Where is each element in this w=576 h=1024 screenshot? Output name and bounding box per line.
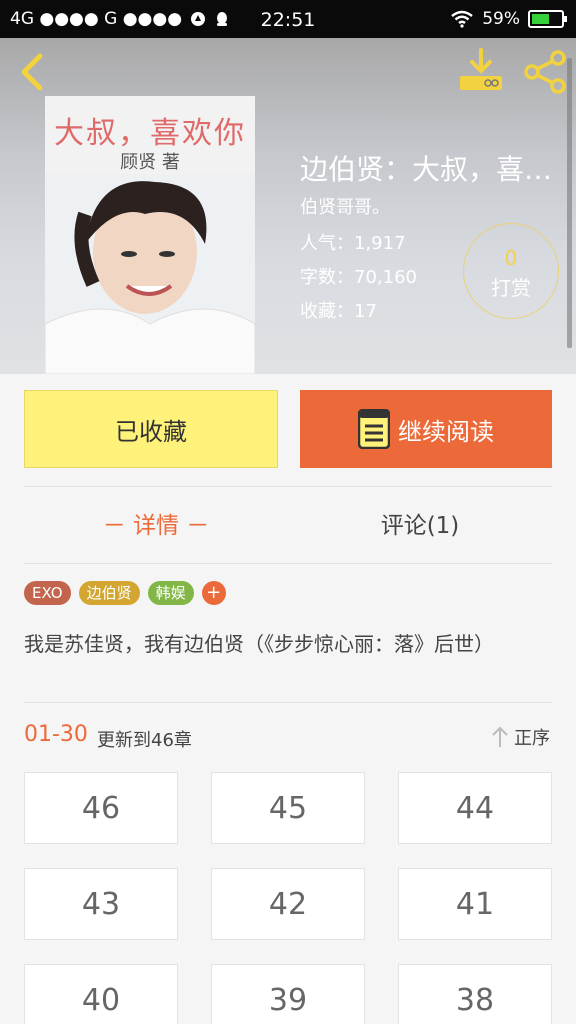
cover-title: 大叔，喜欢你 <box>54 116 246 151</box>
chapter-cell[interactable]: 43 <box>24 868 178 940</box>
divider <box>24 702 552 703</box>
arrow-up-icon <box>492 726 508 747</box>
battery-icon <box>528 10 567 28</box>
collected-button[interactable]: 已收藏 <box>24 390 278 468</box>
tag-kpop[interactable]: 韩娱 <box>147 581 194 605</box>
collected-label: 已收藏 <box>115 417 187 446</box>
tab-comments[interactable]: 评论(1) <box>288 487 552 565</box>
book-cover[interactable]: 大叔，喜欢你 顾贤 著 <box>45 96 255 374</box>
cover-portrait-image <box>45 174 255 374</box>
tab-detail[interactable]: － 详情 － <box>24 487 288 565</box>
tag-baekhyun[interactable]: 边伯贤 <box>78 581 140 605</box>
sort-order-button[interactable]: 正序 <box>490 724 550 750</box>
popularity-stat: 人气：1,917 <box>300 233 406 254</box>
continue-reading-button[interactable]: 继续阅读 <box>300 390 552 468</box>
chapter-cell[interactable]: 46 <box>24 772 178 844</box>
add-tag-button[interactable]: + <box>201 581 226 605</box>
header-scrollbar <box>567 58 572 348</box>
reward-label: 打赏 <box>491 276 531 300</box>
tag-list: EXO 边伯贤 韩娱 + <box>24 581 226 605</box>
book-author[interactable]: 伯贤哥哥。 <box>300 193 390 219</box>
wifi-icon <box>451 10 473 28</box>
book-title: 边伯贤：大叔，喜… <box>300 153 553 186</box>
detail-tabs: － 详情 － 评论(1) <box>24 486 552 564</box>
book-description: 我是苏佳贤，我有边伯贤（《步步惊心丽：落》后世） <box>24 632 494 656</box>
share-icon[interactable] <box>522 50 568 94</box>
chapter-cell[interactable]: 40 <box>24 964 178 1024</box>
tag-exo[interactable]: EXO <box>24 581 71 605</box>
chapter-grid: 46 45 44 43 42 41 40 39 38 <box>24 772 552 1024</box>
book-icon <box>358 409 390 449</box>
chapter-update-status: 更新到46章 <box>97 730 192 751</box>
chapter-cell[interactable]: 38 <box>398 964 552 1024</box>
chapter-range[interactable]: 01-30 <box>24 722 88 747</box>
chapter-cell[interactable]: 44 <box>398 772 552 844</box>
chapter-cell[interactable]: 39 <box>211 964 365 1024</box>
chapter-cell[interactable]: 41 <box>398 868 552 940</box>
battery-fill <box>532 14 549 24</box>
favorites-stat: 收藏：17 <box>300 301 377 322</box>
chapter-cell[interactable]: 45 <box>211 772 365 844</box>
cover-author: 顾贤 著 <box>120 152 180 173</box>
reward-count: 0 <box>504 246 518 270</box>
word-count-stat: 字数：70,160 <box>300 267 417 288</box>
continue-reading-label: 继续阅读 <box>398 417 494 446</box>
reward-button[interactable]: 0 打赏 <box>463 223 559 319</box>
status-bar: 4G ●●●● G ●●●● 22:51 59% <box>0 0 576 38</box>
chapter-cell[interactable]: 42 <box>211 868 365 940</box>
sort-label: 正序 <box>514 728 550 749</box>
back-arrow-icon[interactable] <box>16 52 48 92</box>
battery-percent: 59% <box>482 9 520 29</box>
download-icon[interactable] <box>458 48 504 92</box>
book-header: 大叔，喜欢你 顾贤 著 边伯贤：大叔，喜… 伯贤哥哥。 人气：1,917 字数：… <box>0 38 576 374</box>
